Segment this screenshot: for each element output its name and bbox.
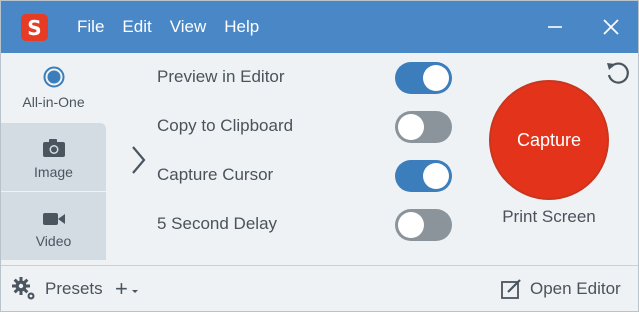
menu-bar: File Edit View Help xyxy=(77,1,259,53)
edit-icon xyxy=(501,279,521,299)
presets-label: Presets xyxy=(45,279,103,298)
copy-to-clipboard-toggle[interactable] xyxy=(395,111,452,143)
option-label: Preview in Editor xyxy=(157,67,285,86)
open-editor-button[interactable]: Open Editor xyxy=(500,266,621,312)
preview-in-editor-toggle[interactable] xyxy=(395,62,452,94)
toggle-knob xyxy=(398,212,424,238)
open-editor-label: Open Editor xyxy=(530,279,621,298)
footer-bar: Presets + Open Editor xyxy=(1,265,638,311)
capture-button-label: Capture xyxy=(516,129,582,150)
presets-button[interactable]: Presets xyxy=(11,266,103,312)
5-second-delay-toggle[interactable] xyxy=(395,209,452,241)
capture-mode-tabs: All-in-One Image Video xyxy=(1,53,106,265)
add-preset-button[interactable]: + xyxy=(115,266,140,312)
gear-icon xyxy=(12,277,35,300)
option-label: Copy to Clipboard xyxy=(157,116,294,135)
toggle-knob xyxy=(423,163,449,189)
camera-icon xyxy=(42,139,65,157)
tab-image[interactable]: Image xyxy=(1,123,106,191)
menu-help[interactable]: Help xyxy=(224,17,259,37)
option-5-second-delay: 5 Second Delay xyxy=(157,204,457,244)
title-bar: S File Edit View Help xyxy=(1,1,638,53)
option-preview-in-editor: Preview in Editor xyxy=(157,57,457,97)
video-camera-icon xyxy=(42,213,65,225)
minimize-button[interactable] xyxy=(533,1,577,53)
option-label: 5 Second Delay xyxy=(157,214,278,233)
tab-image-label: Image xyxy=(34,164,73,180)
close-button[interactable] xyxy=(589,1,633,53)
toggle-knob xyxy=(423,65,449,91)
tab-video-label: Video xyxy=(35,233,72,249)
toggle-knob xyxy=(398,114,424,140)
menu-view[interactable]: View xyxy=(170,17,207,37)
tab-video[interactable]: Video xyxy=(1,192,106,260)
app-logo: S xyxy=(21,14,48,41)
chevron-right-icon[interactable] xyxy=(129,144,147,176)
option-capture-cursor: Capture Cursor xyxy=(157,155,457,195)
tab-all-in-one-label: All-in-One xyxy=(22,94,85,110)
reset-icon[interactable] xyxy=(604,59,632,87)
menu-edit[interactable]: Edit xyxy=(122,17,151,37)
option-label: Capture Cursor xyxy=(157,165,274,184)
capture-window: S File Edit View Help All-in-One Image V… xyxy=(0,0,639,312)
chevron-down-icon xyxy=(131,290,138,293)
capture-hotkey: Print Screen xyxy=(502,207,596,226)
capture-button[interactable]: Capture xyxy=(489,80,609,200)
plus-icon: + xyxy=(115,276,128,301)
minimize-icon xyxy=(548,26,562,28)
menu-file[interactable]: File xyxy=(77,17,104,37)
close-icon xyxy=(603,19,619,35)
capture-cursor-toggle[interactable] xyxy=(395,160,452,192)
tab-all-in-one[interactable]: All-in-One xyxy=(1,53,106,121)
all-in-one-radio-icon xyxy=(43,66,64,88)
option-copy-to-clipboard: Copy to Clipboard xyxy=(157,106,457,146)
